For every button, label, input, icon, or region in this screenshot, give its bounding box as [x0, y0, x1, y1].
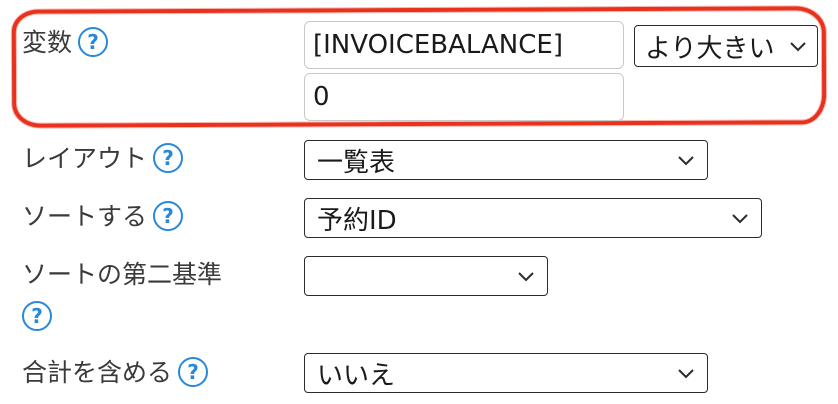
variable-field-value: [INVOICEBALANCE] [313, 30, 563, 60]
comparison-value-input[interactable]: 0 [304, 73, 624, 121]
layout-label: レイアウト [22, 144, 148, 173]
sort-help-icon[interactable]: ? [153, 201, 184, 231]
report-settings-form: 変数? [INVOICEBALANCE] より大きい 0 レイアウト? 一覧表 … [0, 0, 838, 404]
secondary-sort-label: ソートの第二基準 [22, 260, 223, 289]
variable-label: 変数 [22, 28, 73, 57]
layout-select[interactable]: 一覧表 [304, 140, 708, 180]
variable-field-input[interactable]: [INVOICEBALANCE] [304, 21, 624, 69]
variable-help-icon[interactable]: ? [78, 27, 109, 57]
include-total-label: 合計を含める [22, 358, 173, 387]
include-total-select[interactable]: いいえ [304, 353, 708, 393]
layout-select-value: 一覧表 [317, 147, 396, 178]
layout-help-icon[interactable]: ? [153, 143, 184, 173]
secondary-sort-select[interactable] [304, 256, 548, 296]
comparison-value: 0 [313, 82, 330, 112]
secondary-sort-help-icon[interactable]: ? [22, 301, 52, 331]
chevron-down-icon [790, 42, 806, 52]
chevron-down-icon [732, 214, 748, 224]
include-total-select-value: いいえ [317, 360, 396, 391]
include-total-help-icon[interactable]: ? [178, 357, 209, 387]
sort-select[interactable]: 予約ID [304, 198, 762, 238]
include-total-label-row: 合計を含める? [22, 357, 209, 389]
chevron-down-icon [678, 156, 694, 166]
operator-select[interactable]: より大きい [634, 25, 818, 67]
sort-select-value: 予約ID [317, 205, 397, 236]
secondary-sort-help-row: ? [16, 301, 52, 333]
layout-label-row: レイアウト? [22, 143, 184, 175]
chevron-down-icon [678, 369, 694, 379]
operator-select-value: より大きい [645, 33, 775, 64]
variable-label-row: 変数? [22, 27, 109, 59]
sort-label: ソートする [22, 202, 148, 231]
chevron-down-icon [518, 272, 534, 282]
sort-label-row: ソートする? [22, 201, 184, 233]
